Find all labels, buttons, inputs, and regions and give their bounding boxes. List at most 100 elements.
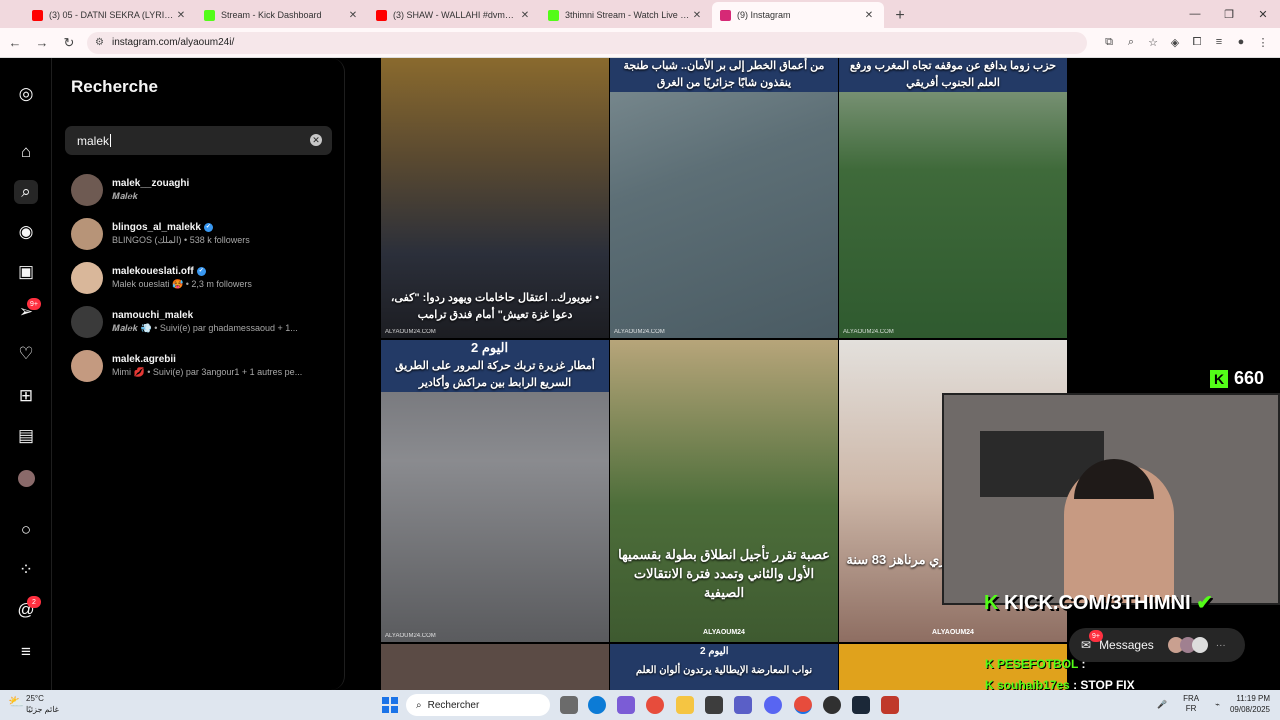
threads-app-icon[interactable]: @ 2 [14,596,41,622]
messages-icon[interactable]: ➢ 9+ [14,298,41,324]
back-icon[interactable]: ← [3,35,27,50]
copilot-icon[interactable] [617,696,635,714]
tab-close-icon[interactable]: ✕ [862,10,876,21]
discord-icon[interactable] [764,696,782,714]
viewer-count-value: 660 [1234,368,1265,388]
search-result[interactable]: blingos_al_malekk ✓ BLINGOS (الملك) • 538… [71,214,333,254]
edge-icon[interactable] [588,696,606,714]
search-result[interactable]: malek.agrebii Mimi 💋 • Suivi(e) par 3ang… [71,346,333,386]
post-tile[interactable]: أمطار غزيرة تربك حركة المرور على الطريق … [381,340,609,642]
post-tile[interactable] [381,644,609,690]
kick-channel-url: K KICK.COM/3THIMNI ✔ [984,590,1213,615]
weather-temp: 25°C [26,694,44,703]
tab-close-icon[interactable]: ✕ [690,10,704,21]
result-subtitle: Mimi 💋 • Suivi(e) par 3angour1 + 1 autre… [112,367,303,377]
also-from-meta-icon[interactable]: ⁘ [14,558,38,582]
network-icon[interactable]: ⌁ [1215,700,1220,709]
tab-title: 3thimni Stream - Watch Live on [565,10,690,20]
home-icon[interactable]: ⌂ [14,140,38,164]
close-window-icon[interactable]: ✕ [1246,0,1280,28]
create-icon[interactable]: ⊞ [14,384,38,408]
post-watermark: ALYAOUM24.COM [385,633,436,639]
more-dots-icon: ··· [1215,639,1226,651]
post-tile[interactable]: من أعماق الخطر إلى بر الأمان.. شباب طنجة… [610,58,838,338]
post-caption: عصبة تقرر تأجيل انطلاق بطولة بقسميها الأ… [618,547,830,600]
result-username: malekoueslati.off [112,266,194,277]
chrome-active-icon[interactable] [794,696,812,714]
dashboard-icon[interactable]: ▤ [14,424,38,448]
zoom-icon[interactable]: ⌕ [1120,36,1142,49]
messages-button[interactable]: ✉ 9+ Messages ··· [1069,628,1245,662]
reels-icon[interactable]: ▣ [14,260,38,284]
url-field[interactable]: ⚙ instagram.com/alyaoum24i/ [87,31,1087,54]
search-result[interactable]: malek__zouaghi 𝑴𝒂𝒍𝒆𝒌 [71,170,333,210]
extension-icon[interactable]: ◈ [1164,36,1186,49]
tab-close-icon[interactable]: ✕ [346,10,360,21]
browser-tab[interactable]: (3) SHAW - WALLAHI #dvmsha ✕ [368,2,540,28]
site-info-icon[interactable]: ⚙ [95,37,104,48]
chrome-icon[interactable] [646,696,664,714]
search-icon[interactable]: ⌕ [14,180,38,204]
post-caption: حزب زوما يدافع عن موقفه تجاه المغرب ورفع… [839,58,1067,92]
reload-icon[interactable]: ↻ [57,35,81,51]
kick-logo-icon: K [984,592,999,614]
post-logo: اليوم 2 [471,340,509,355]
tab-close-icon[interactable]: ✕ [174,10,188,21]
result-subtitle: Malek oueslati 🥵 • 2,3 m followers [112,279,252,289]
post-tile[interactable]: • نيويورك.. اعتقال حاخامات ويهود ردوا: "… [381,58,609,338]
obs-icon[interactable] [823,696,841,714]
chat-message: K PESEFOTBOL : [985,657,1085,671]
post-tile[interactable]: حزب زوما يدافع عن موقفه تجاه المغرب ورفع… [839,58,1067,338]
bookmark-star-icon[interactable]: ☆ [1142,36,1164,49]
weather-widget[interactable]: ⛅ 25°C غائم جزئيًا [8,693,59,715]
file-explorer-icon[interactable] [676,696,694,714]
task-view-icon[interactable] [560,696,578,714]
tab-close-icon[interactable]: ✕ [518,10,532,21]
result-username: malek__zouaghi [112,178,190,189]
profile-icon[interactable]: ● [1230,36,1252,49]
kick-url-text: KICK.COM/3THIMNI [1004,592,1191,614]
clear-search-icon[interactable]: ✕ [310,134,322,146]
extensions-puzzle-icon[interactable]: ⧠ [1186,36,1208,49]
browser-tab[interactable]: (3) 05 - DATNI SEKRA (LYRIC VI ✕ [24,2,196,28]
browser-tab[interactable]: (9) Instagram ✕ [712,2,884,28]
search-result[interactable]: malekoueslati.off ✓ Malek oueslati 🥵 • 2,… [71,258,333,298]
search-result[interactable]: namouchi_malek 𝑴𝒂𝒍𝒆𝒌 💨 • Suivi(e) par gh… [71,302,333,342]
url-text: instagram.com/alyaoum24i/ [111,37,235,48]
explore-icon[interactable]: ◉ [14,220,38,244]
install-app-icon[interactable]: ⧉ [1098,36,1120,49]
language-indicator[interactable]: FRA FR [1183,694,1199,714]
post-watermark: ALYAOUM24.COM [385,329,436,335]
search-input[interactable]: malek ✕ [65,126,332,155]
forward-icon[interactable]: → [30,35,54,50]
clock[interactable]: 11:19 PM 09/08/2025 [1230,693,1270,715]
threads-icon[interactable]: ○ [14,518,38,542]
clock-time: 11:19 PM [1236,694,1270,703]
post-tile[interactable]: عصبة تقرر تأجيل انطلاق بطولة بقسميها الأ… [610,340,838,642]
avatar [71,350,103,382]
restore-icon[interactable]: ❐ [1212,0,1246,28]
media-app-icon[interactable] [881,696,899,714]
store-icon[interactable] [705,696,723,714]
start-button[interactable] [382,697,398,713]
minimize-icon[interactable]: — [1178,0,1212,28]
reading-list-icon[interactable]: ≡ [1208,36,1230,49]
search-panel-title: Recherche [71,77,158,96]
teams-icon[interactable] [734,696,752,714]
new-tab-button[interactable]: + [888,4,912,28]
more-menu-icon[interactable]: ≡ [14,640,38,664]
instagram-logo-icon[interactable]: ◎ [14,82,38,106]
browser-tab[interactable]: 3thimni Stream - Watch Live on ✕ [540,2,712,28]
tab-favicon-icon [720,9,731,21]
menu-dots-icon[interactable]: ⋮ [1252,36,1274,49]
notifications-heart-icon[interactable]: ♡ [14,342,38,366]
post-tile[interactable]: نواب المعارضة الإيطالية يرتدون ألوان الع… [610,644,838,690]
chat-user: PESEFOTBOL [997,657,1079,671]
browser-tab[interactable]: Stream - Kick Dashboard ✕ [196,2,368,28]
tab-title: (3) SHAW - WALLAHI #dvmsha [393,10,518,20]
mic-icon[interactable]: 🎤 [1157,700,1167,709]
tab-favicon-icon [376,9,387,21]
taskbar-search[interactable]: ⌕ Rechercher [406,694,550,716]
steam-icon[interactable] [852,696,870,714]
profile-avatar-icon[interactable] [14,466,38,490]
